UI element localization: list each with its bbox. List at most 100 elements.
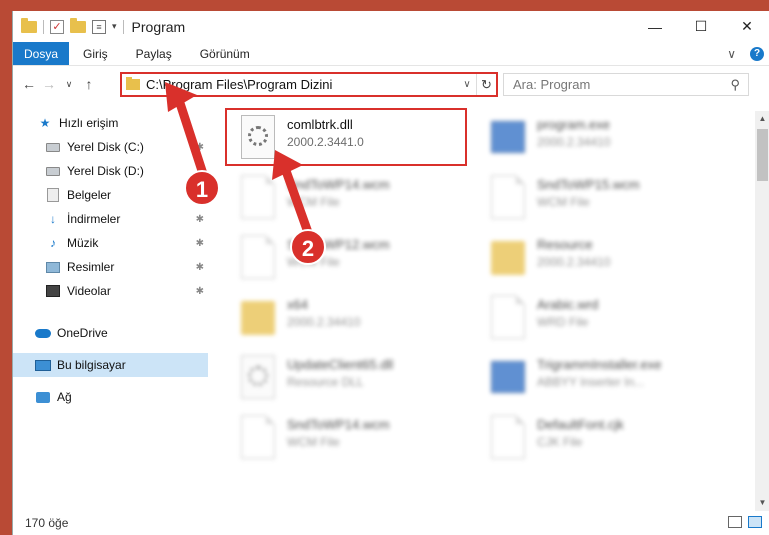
file-name: x64: [287, 297, 308, 312]
step-badge-1: 1: [184, 170, 220, 206]
search-input[interactable]: Ara: Program ⚲: [503, 73, 749, 96]
sidebar-item-local-disk-d[interactable]: Yerel Disk (D:): [13, 159, 208, 183]
file-item[interactable]: TrigrammInstaller.exe ABBYY Inserter In.…: [483, 351, 723, 407]
sidebar-item-label: Videolar: [67, 284, 111, 298]
sidebar-item-this-pc[interactable]: Bu bilgisayar: [13, 353, 208, 377]
folder-icon[interactable]: [21, 17, 37, 33]
close-button[interactable]: ✕: [724, 11, 769, 42]
ribbon-controls: ∨ ?: [727, 42, 764, 66]
sidebar-item-label: Resimler: [67, 260, 115, 274]
checkmark-icon[interactable]: ✓: [50, 19, 64, 34]
pin-icon[interactable]: ✱: [196, 214, 204, 225]
vertical-scrollbar[interactable]: ▲ ▼: [755, 111, 769, 511]
window-title: Program: [131, 18, 186, 35]
file-detail: WCM File: [537, 195, 590, 209]
sidebar-item-label: Yerel Disk (D:): [67, 164, 144, 178]
sidebar-item-music[interactable]: ♪ Müzik ✱: [13, 231, 208, 255]
file-item[interactable]: x64 2000.2.34410: [233, 291, 473, 347]
disk-icon: [45, 164, 61, 178]
refresh-icon[interactable]: ↻: [476, 74, 496, 95]
file-name: program.exe: [537, 117, 610, 132]
file-item[interactable]: SndToWP14.wcm WCM File: [233, 411, 473, 467]
step-badge-2: 2: [290, 229, 326, 265]
cloud-icon: [35, 326, 51, 340]
folder-icon: [241, 301, 275, 335]
file-detail: 2000.2.34410: [287, 315, 361, 329]
dll-icon: [241, 355, 275, 399]
new-folder-icon[interactable]: [70, 17, 86, 33]
scroll-thumb[interactable]: [757, 129, 768, 181]
file-item[interactable]: UpdateClient65.dll Resource DLL: [233, 351, 473, 407]
explorer-window: ✓ ≡ ▾ Program — ☐ ✕ Dosya Giriş Paylaş G…: [12, 11, 769, 535]
selected-file-highlight: [225, 108, 467, 166]
sidebar-item-label: İndirmeler: [67, 212, 121, 226]
search-placeholder: Ara: Program: [513, 77, 591, 92]
sidebar-item-downloads[interactable]: ↓ İndirmeler ✱: [13, 207, 208, 231]
file-detail: WRD File: [537, 315, 589, 329]
navigation-bar: ← → ∨ ↑ C:\Program Files\Program Dizini …: [13, 69, 769, 99]
address-bar[interactable]: C:\Program Files\Program Dizini ∨ ↻: [120, 72, 498, 97]
file-icon: [491, 175, 525, 219]
sidebar-item-pictures[interactable]: Resimler ✱: [13, 255, 208, 279]
download-icon: ↓: [50, 212, 56, 226]
tab-home[interactable]: Giriş: [69, 42, 122, 65]
up-arrow-icon[interactable]: ↑: [79, 76, 99, 92]
sidebar-item-local-disk-c[interactable]: Yerel Disk (C:) ✱: [13, 135, 208, 159]
file-icon: [491, 415, 525, 459]
sidebar-item-network[interactable]: Ağ: [13, 385, 208, 409]
tab-share[interactable]: Paylaş: [122, 42, 186, 65]
divider: [122, 19, 124, 34]
navigation-pane: ★ Hızlı erişim Yerel Disk (C:) ✱ Yerel D…: [13, 111, 208, 501]
status-bar: 170 öğe: [13, 510, 769, 535]
help-icon[interactable]: ?: [750, 47, 764, 61]
sidebar-item-label: Bu bilgisayar: [57, 358, 126, 372]
file-item[interactable]: SndToWP12.wcm WCM File: [233, 231, 473, 287]
forward-arrow-icon[interactable]: →: [39, 76, 59, 92]
chevron-down-icon[interactable]: ▾: [112, 21, 117, 32]
expand-ribbon-icon[interactable]: ∨: [727, 47, 736, 61]
pin-icon[interactable]: ✱: [196, 286, 204, 297]
file-name: SndToWP15.wcm: [537, 177, 640, 192]
file-item[interactable]: program.exe 2000.2.34410: [483, 111, 723, 167]
sidebar-item-quick-access[interactable]: ★ Hızlı erişim: [13, 111, 208, 135]
recent-locations-icon[interactable]: ∨: [59, 79, 79, 90]
file-item[interactable]: SndToWP15.wcm WCM File: [483, 171, 723, 227]
maximize-button[interactable]: ☐: [678, 11, 724, 42]
properties-icon[interactable]: ≡: [92, 19, 106, 34]
sidebar-item-label: Yerel Disk (C:): [67, 140, 144, 154]
search-icon[interactable]: ⚲: [730, 77, 740, 93]
file-detail: WCM File: [287, 435, 340, 449]
sidebar-item-videos[interactable]: Videolar ✱: [13, 279, 208, 303]
minimize-button[interactable]: —: [632, 11, 678, 42]
disk-icon: [45, 140, 61, 154]
folder-icon: [126, 77, 140, 90]
file-item[interactable]: DefaultFont.cjk CJK File: [483, 411, 723, 467]
file-detail: 2000.2.34410: [537, 135, 611, 149]
music-icon: ♪: [50, 236, 56, 250]
network-icon: [35, 390, 51, 404]
address-path[interactable]: C:\Program Files\Program Dizini: [146, 77, 458, 92]
tab-view[interactable]: Görünüm: [186, 42, 264, 65]
tiles-view-icon[interactable]: [748, 516, 762, 528]
file-name: UpdateClient65.dll: [287, 357, 394, 372]
sidebar-item-documents[interactable]: Belgeler: [13, 183, 208, 207]
details-view-icon[interactable]: [728, 516, 742, 528]
file-item[interactable]: SndToWP14.wcm WCM File: [233, 171, 473, 227]
file-name: DefaultFont.cjk: [537, 417, 624, 432]
scroll-down-icon[interactable]: ▼: [755, 495, 769, 511]
document-icon: [45, 188, 61, 202]
pin-icon[interactable]: ✱: [196, 262, 204, 273]
scroll-up-icon[interactable]: ▲: [755, 111, 769, 127]
file-item[interactable]: Arabic.wrd WRD File: [483, 291, 723, 347]
chevron-down-icon[interactable]: ∨: [458, 79, 476, 90]
file-detail: ABBYY Inserter In...: [537, 375, 645, 389]
exe-icon: [491, 361, 525, 393]
pin-icon[interactable]: ✱: [196, 142, 204, 153]
pin-icon[interactable]: ✱: [196, 238, 204, 249]
file-icon: [491, 295, 525, 339]
folder-icon: [491, 241, 525, 275]
back-arrow-icon[interactable]: ←: [19, 76, 39, 92]
file-item[interactable]: Resource 2000.2.34410: [483, 231, 723, 287]
sidebar-item-onedrive[interactable]: OneDrive: [13, 321, 208, 345]
tab-file[interactable]: Dosya: [13, 42, 69, 65]
